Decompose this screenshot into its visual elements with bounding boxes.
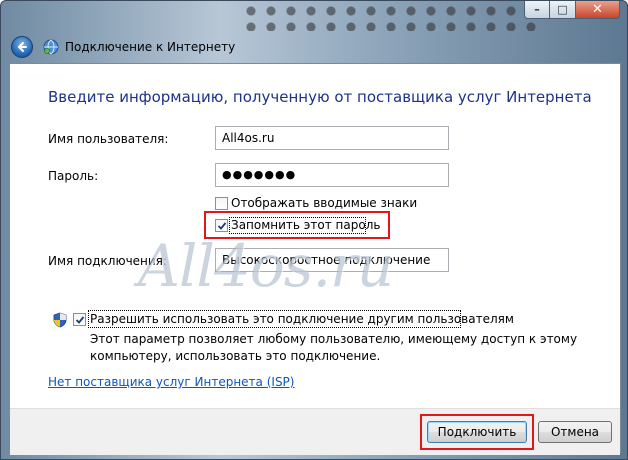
cancel-button[interactable]: Отмена bbox=[538, 421, 612, 443]
watermark: All4os.ru bbox=[138, 232, 394, 300]
back-button[interactable] bbox=[11, 36, 33, 58]
checkmark-icon bbox=[75, 316, 85, 324]
title-bar-decoration bbox=[241, 1, 541, 31]
no-isp-link[interactable]: Нет поставщика услуг Интернета (ISP) bbox=[48, 375, 294, 389]
back-arrow-icon bbox=[18, 42, 27, 52]
share-connection-checkbox[interactable] bbox=[73, 313, 86, 326]
share-connection-label: Разрешить использовать это подключение д… bbox=[90, 312, 514, 326]
remember-password-checkbox[interactable] bbox=[215, 219, 228, 232]
title-bar[interactable]: – □ ✕ bbox=[1, 1, 627, 31]
share-connection-description: Этот параметр позволяет любому пользоват… bbox=[90, 332, 578, 363]
username-label: Имя пользователя: bbox=[48, 132, 169, 146]
page-heading: Введите информацию, полученную от постав… bbox=[48, 88, 592, 106]
password-input[interactable]: ●●●●●●● bbox=[215, 163, 449, 187]
window-frame: – □ ✕ Подключение к Интернету Введите ин… bbox=[0, 0, 628, 460]
username-input[interactable]: All4os.ru bbox=[215, 126, 449, 150]
button-bar: Подключить Отмена bbox=[10, 408, 620, 455]
navigation-bar: Подключение к Интернету bbox=[1, 31, 627, 65]
show-characters-checkbox[interactable] bbox=[215, 197, 228, 210]
window-title: Подключение к Интернету bbox=[65, 40, 236, 54]
minimize-icon: – bbox=[534, 3, 540, 16]
close-icon: ✕ bbox=[592, 2, 603, 17]
network-globe-icon bbox=[43, 39, 59, 55]
show-characters-label: Отображать вводимые знаки bbox=[231, 196, 418, 210]
close-button[interactable]: ✕ bbox=[576, 1, 620, 19]
maximize-icon: □ bbox=[557, 3, 568, 16]
remember-password-label: Запомнить этот пароль bbox=[231, 218, 381, 232]
maximize-button[interactable]: □ bbox=[550, 1, 576, 19]
checkmark-icon bbox=[217, 222, 227, 230]
connect-button[interactable]: Подключить bbox=[427, 421, 527, 443]
uac-shield-icon bbox=[53, 312, 67, 328]
password-label: Пароль: bbox=[48, 169, 99, 183]
caption-buttons: – □ ✕ bbox=[524, 1, 620, 21]
dialog-content: Введите информацию, полученную от постав… bbox=[9, 63, 621, 455]
minimize-button[interactable]: – bbox=[524, 1, 550, 19]
